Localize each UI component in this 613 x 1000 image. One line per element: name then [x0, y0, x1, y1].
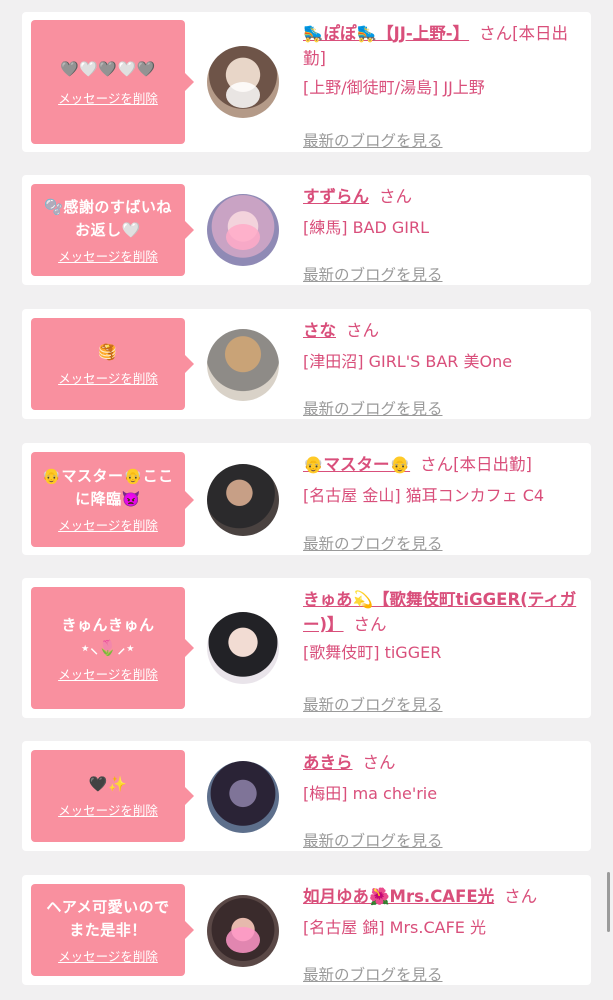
shop-label: [練馬] BAD GIRL	[303, 218, 430, 237]
message-bubble: ヘアメ可愛いので また是非！ メッセージを削除	[31, 884, 194, 976]
list-item: 👴マスター👴ここに降臨👿 メッセージを削除 👴マスター👴 さん[本日出勤] [名古…	[22, 443, 591, 555]
san-honorific: さん	[420, 455, 454, 474]
name-line: 如月ゆあ🌺Mrs.CAFE光 さん	[303, 884, 579, 909]
name-line: あきら さん	[303, 750, 579, 775]
message-bubble: 👴マスター👴ここに降臨👿 メッセージを削除	[31, 452, 194, 547]
message-text: きゅんきゅん ⋆⸜🌷⸝⋆	[61, 615, 155, 657]
delete-message-link[interactable]: メッセージを削除	[58, 800, 158, 819]
status-badge: [本日出勤]	[453, 455, 532, 474]
profile-info: さな さん [津田沼] GIRL'S BAR 美One 最新のブログを見る	[303, 318, 579, 418]
face-blur-mark	[226, 927, 260, 953]
message-text: 🩶🤍🩶🤍🩶	[60, 59, 156, 78]
latest-blog-link[interactable]: 最新のブログを見る	[303, 263, 443, 285]
delete-message-link[interactable]: メッセージを削除	[58, 368, 158, 387]
face-blur-mark	[226, 224, 260, 250]
latest-blog-link[interactable]: 最新のブログを見る	[303, 829, 443, 851]
message-bubble: 🩶🤍🩶🤍🩶 メッセージを削除	[31, 20, 194, 144]
list-item: 🩶🤍🩶🤍🩶 メッセージを削除 🛼ぽぽ🛼【JJ-上野-】 さん[本日出勤] [上野/…	[22, 12, 591, 152]
name-line: さな さん	[303, 318, 579, 343]
avatar[interactable]	[207, 46, 279, 118]
avatar[interactable]	[207, 194, 279, 266]
delete-message-link[interactable]: メッセージを削除	[58, 246, 158, 265]
girl-name-link[interactable]: すずらん	[303, 187, 369, 206]
san-honorific: さん	[362, 753, 396, 772]
profile-info: すずらん さん [練馬] BAD GIRL 最新のブログを見る	[303, 184, 579, 284]
avatar[interactable]	[207, 612, 279, 684]
profile-info: あきら さん [梅田] ma che'rie 最新のブログを見る	[303, 750, 579, 850]
profile-info: 👴マスター👴 さん[本日出勤] [名古屋 金山] 猫耳コンカフェ C4 最新のブロ…	[303, 452, 579, 553]
latest-blog-link[interactable]: 最新のブログを見る	[303, 693, 443, 715]
delete-message-link[interactable]: メッセージを削除	[58, 664, 158, 683]
message-text: ヘアメ可愛いので また是非！	[46, 897, 170, 939]
avatar[interactable]	[207, 761, 279, 833]
san-honorific: さん	[346, 321, 379, 340]
list-item: ヘアメ可愛いので また是非！ メッセージを削除 如月ゆあ🌺Mrs.CAFE光 さん…	[22, 875, 591, 985]
shop-label: [名古屋 金山] 猫耳コンカフェ C4	[303, 486, 545, 505]
message-bubble: 🥞 メッセージを削除	[31, 318, 194, 410]
name-line: すずらん さん	[303, 184, 579, 209]
profile-info: 如月ゆあ🌺Mrs.CAFE光 さん [名古屋 錦] Mrs.CAFE 光 最新のブ…	[303, 884, 579, 984]
avatar[interactable]	[207, 895, 279, 967]
san-honorific: さん	[504, 887, 538, 906]
latest-blog-link[interactable]: 最新のブログを見る	[303, 129, 443, 151]
girl-name-link[interactable]: 👴マスター👴	[303, 455, 410, 474]
shop-label: [歌舞伎町] tiGGER	[303, 643, 442, 662]
girl-name-link[interactable]: あきら	[303, 753, 353, 772]
delete-message-link[interactable]: メッセージを削除	[58, 515, 158, 534]
san-honorific: さん	[353, 615, 387, 634]
latest-blog-link[interactable]: 最新のブログを見る	[303, 532, 443, 554]
name-line: 🛼ぽぽ🛼【JJ-上野-】 さん[本日出勤]	[303, 21, 579, 71]
latest-blog-link[interactable]: 最新のブログを見る	[303, 397, 443, 419]
message-text: 👴マスター👴ここに降臨👿	[42, 467, 174, 508]
name-line: きゅあ💫【歌舞伎町tiGGER(ティガー)】 さん	[303, 587, 579, 637]
list-item: 🖤✨ メッセージを削除 あきら さん [梅田] ma che'rie 最新のブログ…	[22, 741, 591, 851]
latest-blog-link[interactable]: 最新のブログを見る	[303, 963, 443, 985]
list-item: 🥞 メッセージを削除 さな さん [津田沼] GIRL'S BAR 美One 最新…	[22, 309, 591, 419]
shop-label: [上野/御徒町/湯島] JJ上野	[303, 78, 485, 97]
avatar[interactable]	[207, 329, 279, 401]
list-item: 🫧感謝のすばいね お返し🤍 メッセージを削除 すずらん さん [練馬] BAD G…	[22, 175, 591, 285]
message-text: 🫧感謝のすばいね お返し🤍	[44, 197, 172, 239]
delete-message-link[interactable]: メッセージを削除	[58, 88, 158, 107]
name-line: 👴マスター👴 さん[本日出勤]	[303, 452, 579, 477]
girl-name-link[interactable]: 如月ゆあ🌺Mrs.CAFE光	[303, 887, 494, 906]
profile-info: きゅあ💫【歌舞伎町tiGGER(ティガー)】 さん [歌舞伎町] tiGGER 最…	[303, 587, 579, 714]
shop-label: [津田沼] GIRL'S BAR 美One	[303, 352, 513, 371]
shop-label: [名古屋 錦] Mrs.CAFE 光	[303, 918, 486, 937]
avatar[interactable]	[207, 464, 279, 536]
san-honorific: さん	[479, 24, 513, 43]
san-honorific: さん	[379, 187, 412, 206]
profile-info: 🛼ぽぽ🛼【JJ-上野-】 さん[本日出勤] [上野/御徒町/湯島] JJ上野 最新…	[303, 21, 579, 150]
girl-name-link[interactable]: きゅあ💫【歌舞伎町tiGGER(ティガー)】	[303, 590, 576, 634]
list-item: きゅんきゅん ⋆⸜🌷⸝⋆ メッセージを削除 きゅあ💫【歌舞伎町tiGGER(ティ…	[22, 578, 591, 718]
message-bubble: きゅんきゅん ⋆⸜🌷⸝⋆ メッセージを削除	[31, 587, 194, 709]
message-bubble: 🖤✨ メッセージを削除	[31, 750, 194, 842]
girl-name-link[interactable]: さな	[303, 321, 336, 340]
face-blur-mark	[226, 82, 260, 108]
message-bubble: 🫧感謝のすばいね お返し🤍 メッセージを削除	[31, 184, 194, 276]
scrollbar[interactable]	[607, 872, 610, 932]
delete-message-link[interactable]: メッセージを削除	[58, 946, 158, 965]
message-text: 🖤✨	[88, 775, 128, 793]
girl-name-link[interactable]: 🛼ぽぽ🛼【JJ-上野-】	[303, 24, 469, 43]
message-text: 🥞	[98, 343, 118, 361]
shop-label: [梅田] ma che'rie	[303, 784, 438, 803]
